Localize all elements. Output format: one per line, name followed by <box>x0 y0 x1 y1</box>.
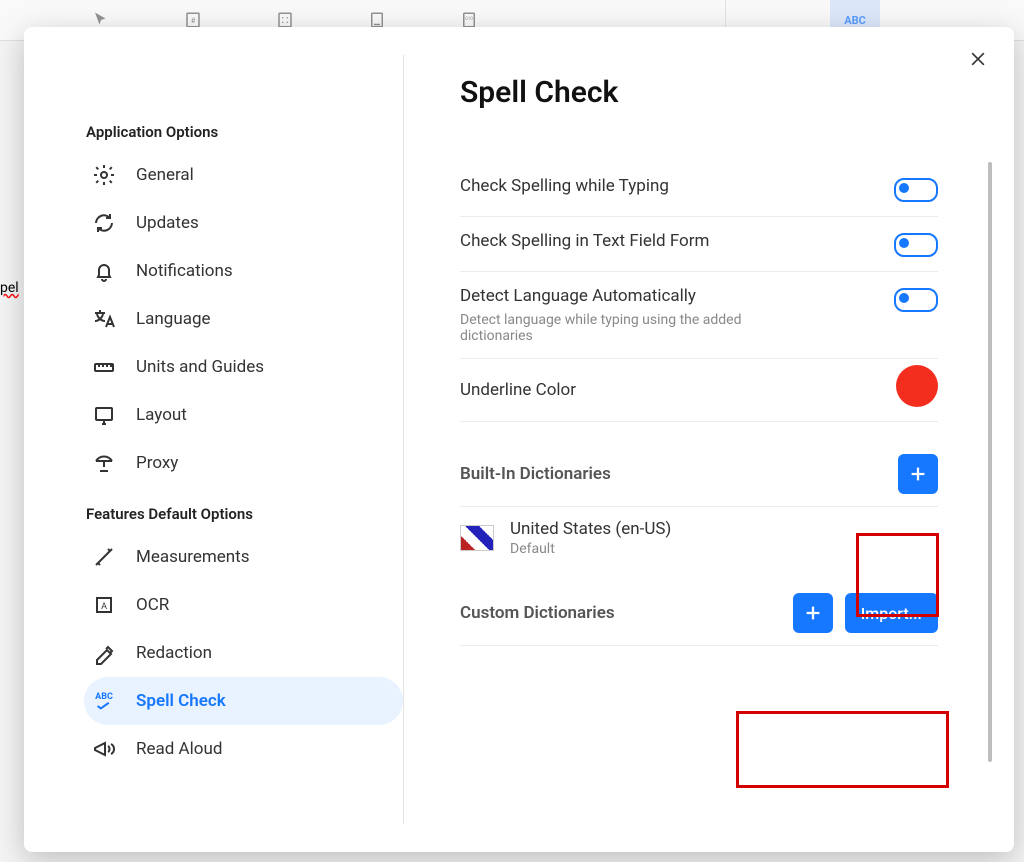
svg-text:#: # <box>191 16 196 25</box>
sidebar-item-label: Spell Check <box>136 691 226 711</box>
setting-detect-language: Detect Language Automatically Detect lan… <box>460 272 938 359</box>
dictionary-entry[interactable]: United States (en-US) Default <box>460 507 938 569</box>
page-title: Spell Check <box>460 75 958 110</box>
background-misspelled-text: pel <box>0 280 19 296</box>
sidebar-item-general[interactable]: General <box>84 151 403 199</box>
sidebar-item-notifications[interactable]: Notifications <box>84 247 403 295</box>
setting-label: Underline Color <box>460 380 576 400</box>
setting-label: Check Spelling while Typing <box>460 176 669 196</box>
add-builtin-dictionary-button[interactable] <box>898 454 938 494</box>
spellcheck-icon: ABC <box>90 687 118 715</box>
sidebar-item-read-aloud[interactable]: Read Aloud <box>84 725 403 773</box>
flag-icon <box>460 525 494 551</box>
svg-text:010: 010 <box>465 16 473 22</box>
underline-color-swatch[interactable] <box>896 365 938 407</box>
sidebar-item-units-guides[interactable]: Units and Guides <box>84 343 403 391</box>
scrollbar[interactable] <box>988 162 992 762</box>
plus-icon <box>907 463 929 485</box>
import-dictionary-button[interactable]: Import... <box>845 593 938 633</box>
megaphone-icon <box>90 735 118 763</box>
svg-text:A: A <box>101 602 107 612</box>
measure-icon <box>90 543 118 571</box>
add-custom-dictionary-button[interactable] <box>793 593 833 633</box>
sidebar-item-label: OCR <box>136 595 169 615</box>
setting-sublabel: Detect language while typing using the a… <box>460 312 800 344</box>
sidebar-item-ocr[interactable]: A OCR <box>84 581 403 629</box>
section-label: Built-In Dictionaries <box>460 464 611 484</box>
main-panel: Spell Check Check Spelling while Typing … <box>404 27 1014 852</box>
sidebar-item-label: Notifications <box>136 261 233 281</box>
ruler-icon <box>90 353 118 381</box>
dictionary-default-label: Default <box>510 541 671 557</box>
sync-icon <box>90 209 118 237</box>
sidebar-item-label: Updates <box>136 213 199 233</box>
sidebar-item-measurements[interactable]: Measurements <box>84 533 403 581</box>
sidebar-item-label: Read Aloud <box>136 739 222 759</box>
setting-check-textfield: Check Spelling in Text Field Form <box>460 217 938 272</box>
sidebar: Application Options General Updates Noti… <box>24 55 404 824</box>
builtin-dictionaries-header: Built-In Dictionaries <box>460 454 938 507</box>
setting-underline-color: Underline Color <box>460 359 938 422</box>
setting-label: Detect Language Automatically <box>460 286 800 306</box>
ocr-icon: A <box>90 591 118 619</box>
sidebar-item-label: Measurements <box>136 547 250 567</box>
setting-label: Check Spelling in Text Field Form <box>460 231 709 251</box>
proxy-icon <box>90 449 118 477</box>
sidebar-item-label: Units and Guides <box>136 357 264 377</box>
preferences-modal: Application Options General Updates Noti… <box>24 27 1014 852</box>
layout-icon <box>90 401 118 429</box>
import-label: Import... <box>861 604 922 623</box>
custom-dictionaries-header: Custom Dictionaries Import... <box>460 593 938 646</box>
sidebar-item-label: Redaction <box>136 643 212 663</box>
sidebar-item-proxy[interactable]: Proxy <box>84 439 403 487</box>
sidebar-item-label: Language <box>136 309 211 329</box>
toggle-check-textfield[interactable] <box>894 233 938 257</box>
section-title-features-default: Features Default Options <box>86 505 403 523</box>
dictionary-name: United States (en-US) <box>510 519 671 539</box>
toggle-detect-language[interactable] <box>894 288 938 312</box>
sidebar-item-layout[interactable]: Layout <box>84 391 403 439</box>
gear-icon <box>90 161 118 189</box>
bell-icon <box>90 257 118 285</box>
section-label: Custom Dictionaries <box>460 603 615 623</box>
redaction-icon <box>90 639 118 667</box>
plus-icon <box>802 602 824 624</box>
sidebar-item-label: Layout <box>136 405 187 425</box>
sidebar-item-redaction[interactable]: Redaction <box>84 629 403 677</box>
sidebar-item-label: General <box>136 165 194 185</box>
toggle-check-typing[interactable] <box>894 178 938 202</box>
translate-icon <box>90 305 118 333</box>
section-title-application-options: Application Options <box>86 123 403 141</box>
sidebar-item-label: Proxy <box>136 453 178 473</box>
sidebar-item-updates[interactable]: Updates <box>84 199 403 247</box>
sidebar-item-language[interactable]: Language <box>84 295 403 343</box>
setting-check-typing: Check Spelling while Typing <box>460 162 938 217</box>
sidebar-item-spell-check[interactable]: ABC Spell Check <box>84 677 403 725</box>
